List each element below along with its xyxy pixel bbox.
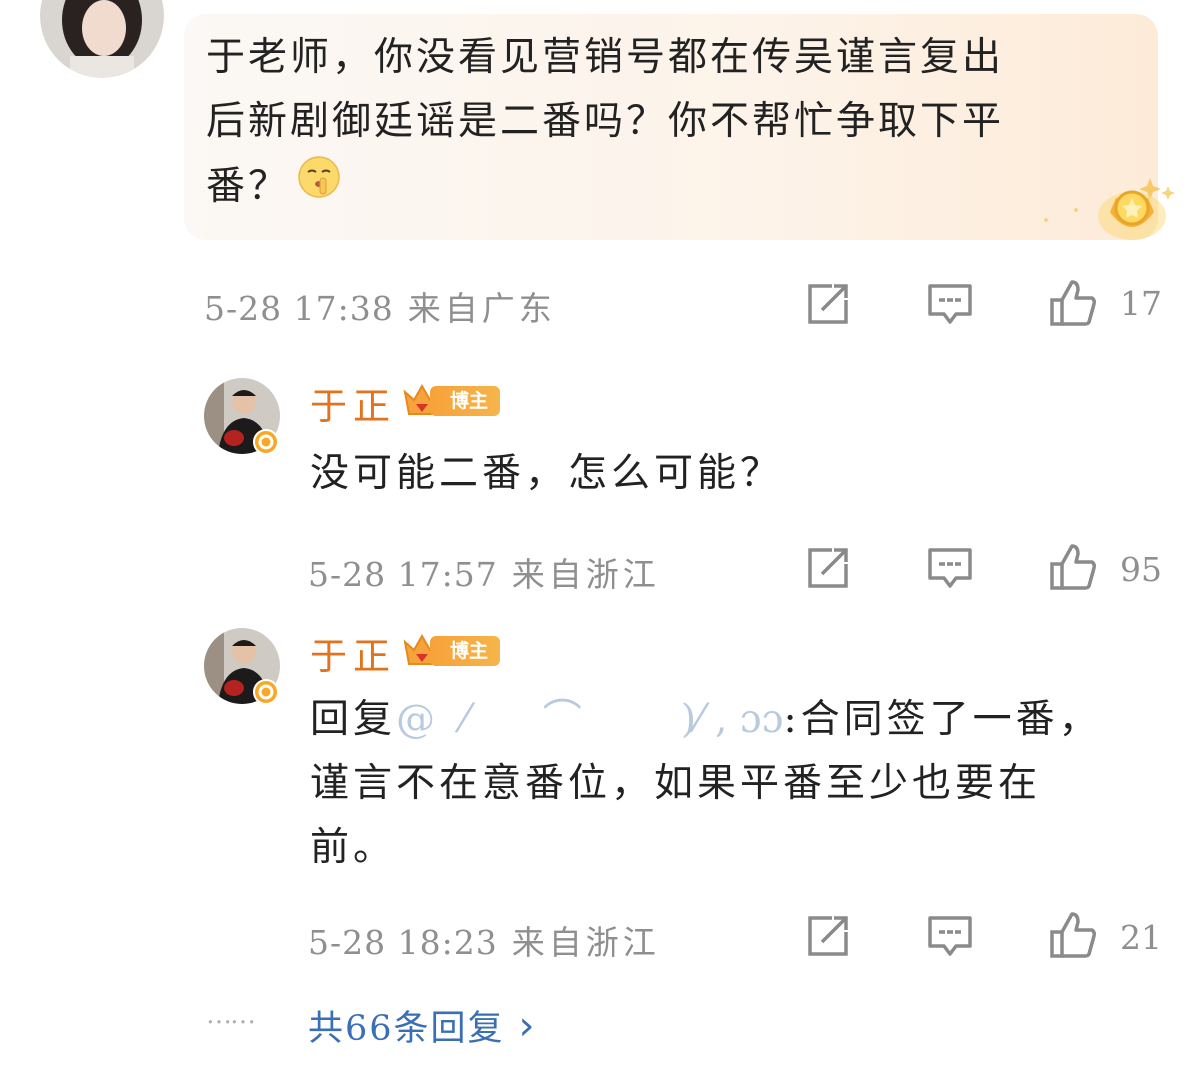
reply-meta: 5-28 18:23 来自浙江	[308, 916, 660, 964]
reply-text: 没可能二番，怎么可能？	[310, 451, 784, 496]
comment-text-line-3: 番？	[206, 154, 1146, 220]
like-count: 95	[1120, 550, 1162, 589]
verified-badge-icon	[252, 428, 280, 460]
comment-time: 5-28 17:38	[204, 289, 394, 328]
mention-redacted: ⁄ ⌒ )⁄ , ɔɔ	[437, 697, 784, 742]
mention-link[interactable]: @	[396, 697, 437, 742]
comment-icon[interactable]	[926, 544, 974, 592]
more-replies-label: 共66条回复	[308, 1009, 505, 1049]
blogger-badge: 博主	[402, 633, 501, 668]
commenter-avatar[interactable]	[40, 0, 164, 78]
reply-text-line-2: 谨言不在意番位，如果平番至少也要在	[310, 761, 1042, 806]
reply-time: 5-28 17:57	[308, 555, 498, 594]
comment-location: 来自广东	[407, 289, 556, 328]
comment-text-line-3-text: 番？	[206, 164, 291, 209]
reply-text-line-1: 回复@ ⁄ ⌒ )⁄ , ɔɔ:合同签了一番，	[310, 688, 1170, 752]
vip-crown-icon	[1040, 176, 1180, 250]
like-icon[interactable]	[1048, 542, 1096, 590]
reply-text-line-1-text: :合同签了一番，	[783, 697, 1102, 742]
like-count: 17	[1120, 284, 1162, 323]
forward-icon[interactable]	[804, 544, 852, 592]
more-replies-link[interactable]: 共66条回复 ›	[308, 1000, 537, 1051]
reply-time: 5-28 18:23	[308, 923, 498, 962]
reply-meta: 5-28 17:57 来自浙江	[308, 548, 660, 596]
blogger-badge-label: 博主	[430, 636, 501, 666]
chevron-right-icon: ›	[518, 1002, 537, 1049]
shush-emoji-icon	[296, 154, 342, 220]
reply-location: 来自浙江	[511, 923, 660, 962]
comment-text-line-1: 于老师，你没看见营销号都在传吴谨言复出	[206, 35, 1005, 80]
reply-prefix: 回复	[310, 697, 397, 742]
reply-author-name[interactable]: 于正	[310, 626, 396, 680]
reply-text-line-3: 前。	[310, 825, 397, 870]
verified-badge-icon	[252, 678, 280, 710]
blogger-badge: 博主	[402, 383, 501, 418]
like-count: 21	[1120, 918, 1162, 957]
comment-text-line-2: 后新剧御廷谣是二番吗？你不帮忙争取下平	[206, 99, 1005, 144]
reply-text: 回复@ ⁄ ⌒ )⁄ , ɔɔ:合同签了一番， 谨言不在意番位，如果平番至少也要…	[310, 688, 1170, 880]
comment-meta: 5-28 17:38 来自广东	[204, 282, 556, 330]
forward-icon[interactable]	[804, 912, 852, 960]
blogger-badge-label: 博主	[430, 386, 501, 416]
comment-icon[interactable]	[926, 280, 974, 328]
reply-location: 来自浙江	[511, 555, 660, 594]
comment-icon[interactable]	[926, 912, 974, 960]
forward-icon[interactable]	[804, 280, 852, 328]
reply-author-name[interactable]: 于正	[310, 376, 396, 430]
like-icon[interactable]	[1048, 910, 1096, 958]
more-dots: ……	[206, 1000, 256, 1030]
like-icon[interactable]	[1048, 278, 1096, 326]
comment-text: 于老师，你没看见营销号都在传吴谨言复出 后新剧御廷谣是二番吗？你不帮忙争取下平 …	[206, 26, 1146, 220]
